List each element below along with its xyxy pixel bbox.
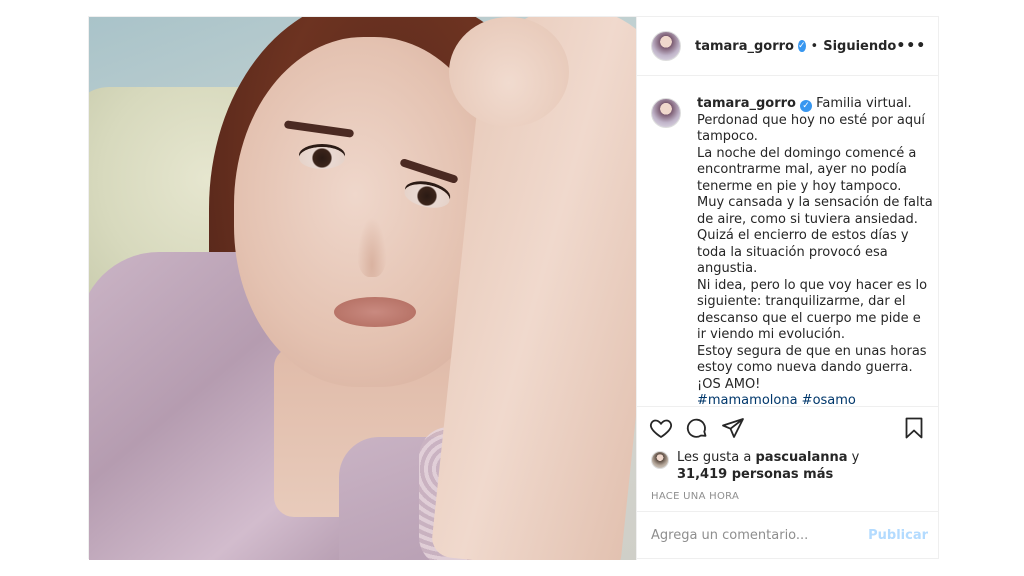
caption-line: ¡OS AMO! <box>697 376 761 392</box>
caption-line: Quizá el encierro de estos días y <box>697 228 909 244</box>
likes-summary: Les gusta a pascualanna y 31,419 persona… <box>637 449 938 490</box>
caption-username[interactable]: tamara_gorro <box>697 96 796 111</box>
publish-button[interactable]: Publicar <box>868 528 928 543</box>
caption-line: encontrarme mal, ayer no podía <box>697 162 907 178</box>
comment-input[interactable] <box>651 528 869 544</box>
verified-badge-icon: ✓ <box>797 40 806 53</box>
author-avatar[interactable] <box>651 31 681 62</box>
post-timestamp[interactable]: HACE UNA HORA <box>637 491 938 511</box>
caption-first-text: Familia virtual. <box>816 96 912 112</box>
caption-line: toda la situación provocó esa <box>697 244 888 260</box>
caption-line: Perdonad que hoy no esté por aquí <box>697 112 926 128</box>
post-photo[interactable] <box>89 17 636 560</box>
likes-prefix: Les gusta a <box>677 450 756 466</box>
verified-badge-icon: ✓ <box>799 100 812 113</box>
follow-status-button[interactable]: Siguiendo <box>823 39 896 54</box>
caption-avatar[interactable] <box>651 98 681 129</box>
photo-nose <box>357 217 387 277</box>
instagram-post: tamara_gorro ✓ • Siguiendo ••• tamara_go… <box>88 16 939 560</box>
liker-username[interactable]: pascualanna <box>755 450 847 465</box>
likes-count[interactable]: 31,419 personas más <box>677 467 833 482</box>
caption-line: Ni idea, pero lo que voy hacer es lo <box>697 277 928 293</box>
caption-lines: Perdonad que hoy no esté por aquí tampoco… <box>697 113 933 394</box>
caption-hashtags[interactable]: #mamamolona #osamo <box>697 393 933 406</box>
photo-hand <box>449 17 569 127</box>
author-username[interactable]: tamara_gorro <box>695 39 794 54</box>
caption-line: ir viendo mi evolución. <box>697 327 845 343</box>
paper-plane-icon[interactable] <box>719 414 747 442</box>
caption-line: Estoy segura de que en unas horas <box>697 343 927 359</box>
likes-mid: y <box>847 450 860 466</box>
photo-lips <box>334 297 416 327</box>
post-caption: tamara_gorro ✓ Familia virtual. Perdonad … <box>637 76 938 406</box>
post-actions <box>637 406 938 449</box>
caption-line: Muy cansada y la sensación de falta <box>697 195 933 211</box>
post-header: tamara_gorro ✓ • Siguiendo ••• <box>637 17 938 77</box>
comment-bubble-icon[interactable] <box>683 414 711 442</box>
header-separator: • <box>810 38 819 54</box>
heart-icon[interactable] <box>647 414 675 442</box>
caption-line: angustia. <box>697 261 758 277</box>
caption-line: tampoco. <box>697 129 758 145</box>
photo-eye-left <box>299 147 345 169</box>
caption-line: siguiente: tranquilizarme, dar el <box>697 294 906 310</box>
caption-line: de aire, como si tuviera ansiedad. <box>697 211 918 227</box>
more-options-icon[interactable]: ••• <box>896 38 926 54</box>
liker-avatar[interactable] <box>651 451 669 470</box>
caption-line: La noche del domingo comencé a <box>697 145 917 161</box>
bookmark-icon[interactable] <box>900 414 928 442</box>
likes-text: Les gusta a pascualanna y 31,419 persona… <box>677 449 859 483</box>
caption-text: tamara_gorro ✓ Familia virtual. Perdonad … <box>697 96 933 406</box>
caption-line: estoy como nueva dando guerra. <box>697 360 913 376</box>
caption-line: tenerme en pie y hoy tampoco. <box>697 178 902 194</box>
caption-first-line: tamara_gorro ✓ Familia virtual. <box>697 96 933 113</box>
comment-bar: Publicar <box>637 510 938 560</box>
caption-line: descanso que el cuerpo me pide e <box>697 310 921 326</box>
post-sidebar: tamara_gorro ✓ • Siguiendo ••• tamara_go… <box>636 17 938 560</box>
